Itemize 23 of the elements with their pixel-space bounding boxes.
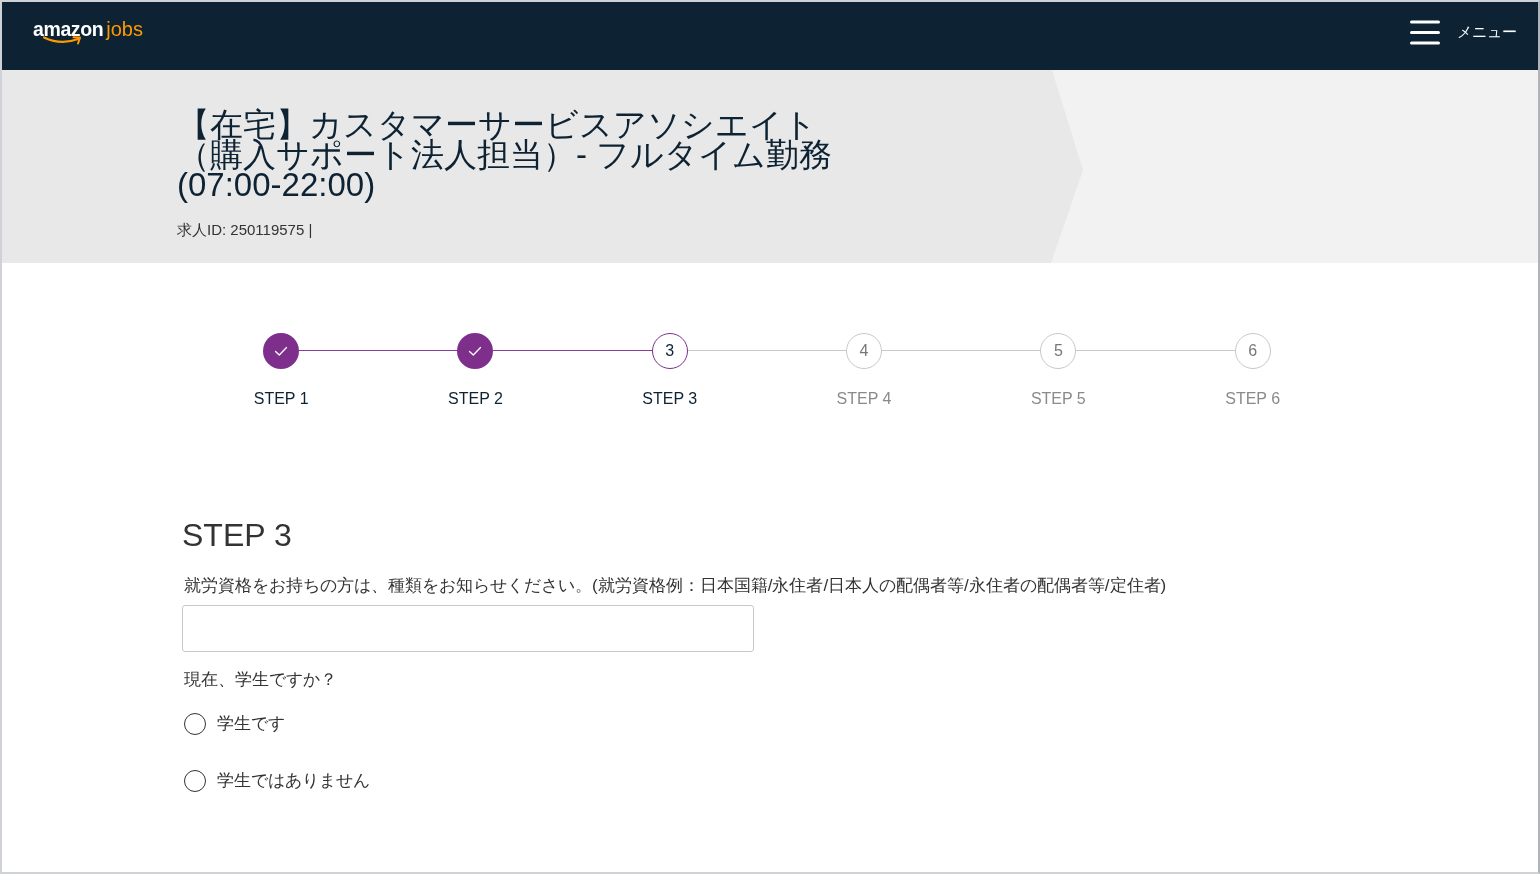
field-label: 就労資格をお持ちの方は、種類をお知らせください。(就労資格例：日本国籍/永住者/日本人の配偶者等/永住者の配偶者等/定住者) bbox=[184, 575, 1167, 597]
step-label: STEP 6 bbox=[1225, 389, 1281, 409]
step-number: 3 bbox=[651, 333, 688, 369]
input-field[interactable] bbox=[182, 605, 754, 652]
step-number: 6 bbox=[1234, 333, 1271, 369]
radio-button[interactable] bbox=[184, 770, 206, 792]
radio-label: 学生ではありません bbox=[217, 770, 370, 792]
menu-icon bbox=[1410, 19, 1440, 45]
logo-link[interactable]: amazonjobs bbox=[33, 17, 143, 47]
step-number: 4 bbox=[846, 333, 883, 369]
step-label: STEP 5 bbox=[1030, 389, 1086, 409]
radio-label: 学生です bbox=[217, 713, 285, 735]
step-heading: STEP 3 bbox=[182, 516, 292, 554]
radio-button[interactable] bbox=[184, 713, 206, 735]
step-label: STEP 4 bbox=[836, 389, 892, 409]
step-label: STEP 1 bbox=[253, 389, 309, 409]
field-label: 現在、学生ですか？ bbox=[184, 669, 337, 691]
step-number: 5 bbox=[1040, 333, 1077, 369]
job-id: 求人ID: 250119575 | bbox=[177, 220, 313, 240]
step-label: STEP 3 bbox=[642, 389, 698, 409]
step-label: STEP 2 bbox=[448, 389, 503, 409]
smile-arrow-icon bbox=[43, 35, 83, 45]
menu-button[interactable]: メニュー bbox=[1410, 19, 1517, 45]
